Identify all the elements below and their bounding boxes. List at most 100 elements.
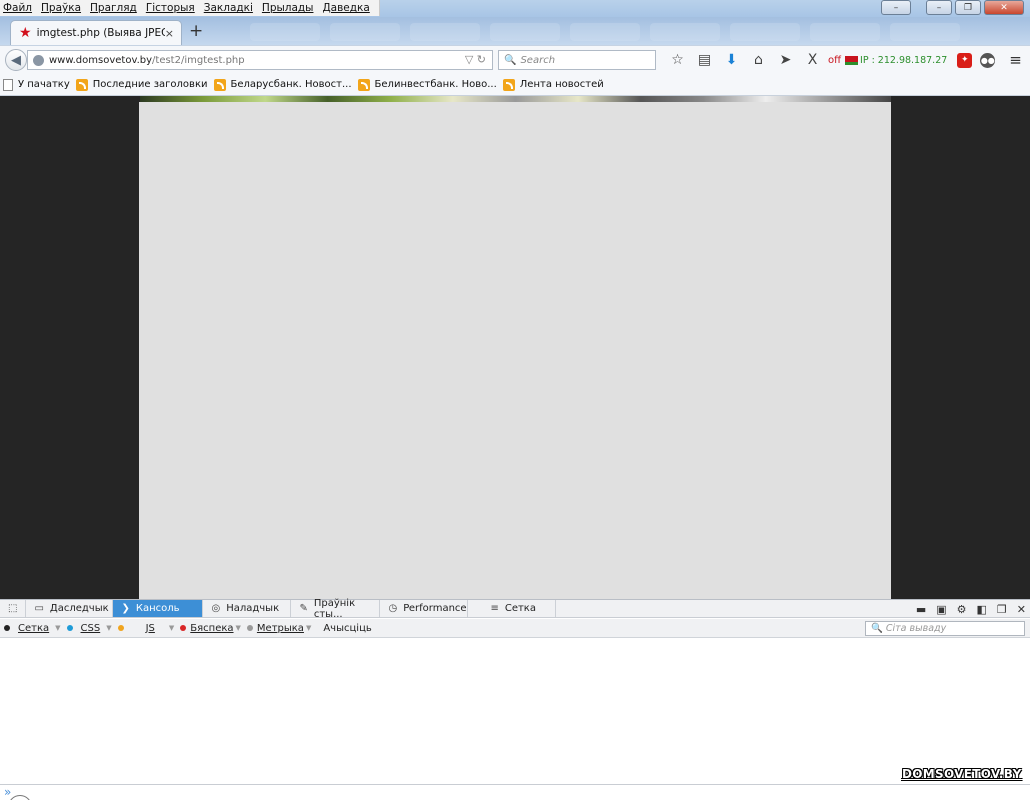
- dropdown-history-icon[interactable]: ▽: [465, 53, 473, 66]
- tab-console[interactable]: ❯ Кансоль: [113, 600, 204, 617]
- undock-window-icon[interactable]: ❐: [997, 603, 1007, 616]
- tab-label: Сетка: [504, 603, 536, 614]
- country-flag-icon: [845, 55, 859, 65]
- background-tab: [650, 23, 720, 41]
- tab-strip: ★ imgtest.php (Выява JPEG, ... × +: [0, 17, 1030, 45]
- menu-tools[interactable]: Прылады: [262, 2, 314, 14]
- close-window-button[interactable]: ✕: [984, 0, 1024, 15]
- navigation-bar: ◀ www.domsovetov.by/test2/imgtest.php ▽ …: [0, 45, 1030, 74]
- network-dot-icon: [4, 625, 10, 631]
- filter-label: Бяспека: [190, 622, 234, 634]
- chevron-down-icon[interactable]: ▼: [55, 624, 60, 632]
- page-content: [0, 96, 1030, 599]
- active-tab[interactable]: ★ imgtest.php (Выява JPEG, ... ×: [10, 20, 182, 45]
- search-input[interactable]: 🔍 Search: [498, 50, 656, 70]
- back-button[interactable]: ◀: [5, 49, 27, 71]
- bookmark-home[interactable]: У пачатку: [3, 78, 70, 91]
- menu-bookmarks[interactable]: Закладкі: [204, 2, 253, 14]
- back-arrow-icon: ◀: [11, 52, 21, 68]
- ip-address: IP : 212.98.187.27: [860, 54, 948, 66]
- scratchpad-icon[interactable]: ▣: [936, 603, 946, 616]
- chevron-down-icon[interactable]: ▼: [236, 624, 241, 632]
- toolbar-icons: ☆ ▤ ⬇ ⌂ ➤ X off IP : 212.98.187.27 ✦ ●● …: [664, 51, 1022, 69]
- site-identity-icon[interactable]: [33, 54, 44, 66]
- background-tab: [410, 23, 480, 41]
- console-icon: ❯: [121, 603, 130, 614]
- inspector-icon: ▭: [34, 603, 44, 614]
- reload-icon[interactable]: ↻: [477, 53, 486, 66]
- background-tab: [570, 23, 640, 41]
- menu-file[interactable]: Файл: [3, 2, 32, 14]
- settings-gear-icon[interactable]: ⚙: [957, 603, 967, 616]
- bookmark-latest-headlines[interactable]: Последние заголовки: [75, 78, 208, 91]
- page-icon: [3, 78, 13, 91]
- adblock-extension-icon[interactable]: ✦: [957, 52, 973, 68]
- tab-style-editor[interactable]: ✎ Праўнік сты...: [291, 598, 381, 620]
- dock-side-icon[interactable]: ◧: [977, 603, 987, 616]
- menu-history[interactable]: Гісторыя: [146, 2, 195, 14]
- menu-view[interactable]: Прагляд: [90, 2, 137, 14]
- split-console-icon[interactable]: ▬: [916, 603, 926, 616]
- menu-edit[interactable]: Праўка: [41, 2, 81, 14]
- background-tab: [890, 23, 960, 41]
- bookmark-star-icon[interactable]: ☆: [664, 52, 691, 68]
- bookmark-label: Лента новостей: [519, 79, 604, 90]
- bookmarks-bar: У пачатку Последние заголовки Беларусбан…: [0, 74, 1030, 96]
- chevron-down-icon[interactable]: ▼: [306, 624, 311, 632]
- home-icon[interactable]: ⌂: [745, 52, 772, 68]
- url-controls[interactable]: ▽ ↻: [465, 53, 486, 66]
- filter-logging[interactable]: Метрыка ▼: [246, 622, 311, 634]
- background-tab: [330, 23, 400, 41]
- bookmark-news-feed[interactable]: Лента новостей: [502, 78, 604, 91]
- filter-label: Метрыка: [256, 622, 304, 634]
- background-tab: [250, 23, 320, 41]
- chat-extension-icon[interactable]: ●●: [980, 52, 996, 68]
- tab-network[interactable]: ≡ Сетка: [468, 600, 557, 617]
- filter-network[interactable]: Сетка ▼: [4, 623, 61, 634]
- filter-security[interactable]: Бяспека ▼: [180, 623, 241, 634]
- clear-console-button[interactable]: Ачысціць: [317, 623, 377, 634]
- tab-performance[interactable]: ◷ Performance: [380, 600, 469, 617]
- url-bar[interactable]: www.domsovetov.by/test2/imgtest.php ▽ ↻: [27, 50, 493, 70]
- reading-list-icon[interactable]: ▤: [691, 52, 718, 68]
- chevron-down-icon[interactable]: ▼: [169, 624, 174, 632]
- console-filter-bar: Сетка ▼ CSS ▼ JS ▼ Бяспека ▼ Метрыка ▼ Ачысці…: [0, 619, 1030, 638]
- tab-debugger[interactable]: ◎ Наладчык: [203, 600, 292, 617]
- new-tab-button[interactable]: +: [189, 21, 203, 41]
- url-path: /test2/imgtest.php: [152, 54, 245, 66]
- title-bar: Файл Праўка Прагляд Гісторыя Закладкі Пр…: [0, 0, 1030, 17]
- tab-inspector[interactable]: ▭ Даследчык: [26, 600, 114, 617]
- console-filter-input[interactable]: 🔍 Сіта вываду: [865, 621, 1025, 636]
- performance-icon: ◷: [388, 603, 398, 614]
- chevron-down-icon[interactable]: ▼: [106, 624, 111, 632]
- switch-window-button[interactable]: –: [881, 0, 911, 15]
- bookmark-label: Белинвестбанк. Ново...: [374, 79, 497, 90]
- style-editor-icon: ✎: [299, 603, 308, 614]
- console-input[interactable]: »: [0, 784, 1030, 800]
- bookmark-label: Беларусбанк. Новост...: [230, 79, 352, 90]
- menu-bar: Файл Праўка Прагляд Гісторыя Закладкі Пр…: [0, 0, 380, 16]
- restore-button[interactable]: ❐: [955, 0, 981, 15]
- filter-label: Сетка: [18, 622, 50, 634]
- background-tab: [810, 23, 880, 41]
- filter-label: JS: [145, 622, 155, 634]
- minimize-button[interactable]: –: [926, 0, 952, 15]
- bookmark-label: У пачатку: [18, 79, 70, 90]
- bookmark-belarusbank[interactable]: Беларусбанк. Новост...: [213, 78, 352, 91]
- menu-help[interactable]: Даведка: [322, 2, 369, 14]
- pick-element-button[interactable]: ⬚: [0, 600, 27, 617]
- tab-label: Даследчык: [49, 603, 109, 614]
- close-devtools-icon[interactable]: ✕: [1017, 603, 1026, 616]
- send-icon[interactable]: ➤: [772, 52, 799, 68]
- vpn-status[interactable]: off: [828, 55, 841, 66]
- bookmark-belinvestbank[interactable]: Белинвестбанк. Ново...: [357, 78, 497, 91]
- filter-css[interactable]: CSS ▼: [66, 623, 112, 634]
- download-icon[interactable]: ⬇: [718, 52, 745, 68]
- cursor-circle-icon: [8, 795, 32, 800]
- close-tab-icon[interactable]: ×: [165, 27, 174, 40]
- browser-window: Файл Праўка Прагляд Гісторыя Закладкі Пр…: [0, 0, 1030, 800]
- x-extension-icon[interactable]: X: [799, 52, 826, 68]
- filter-js[interactable]: JS ▼: [117, 622, 174, 634]
- rss-icon: [213, 78, 226, 91]
- hamburger-menu-icon[interactable]: ≡: [1009, 51, 1022, 69]
